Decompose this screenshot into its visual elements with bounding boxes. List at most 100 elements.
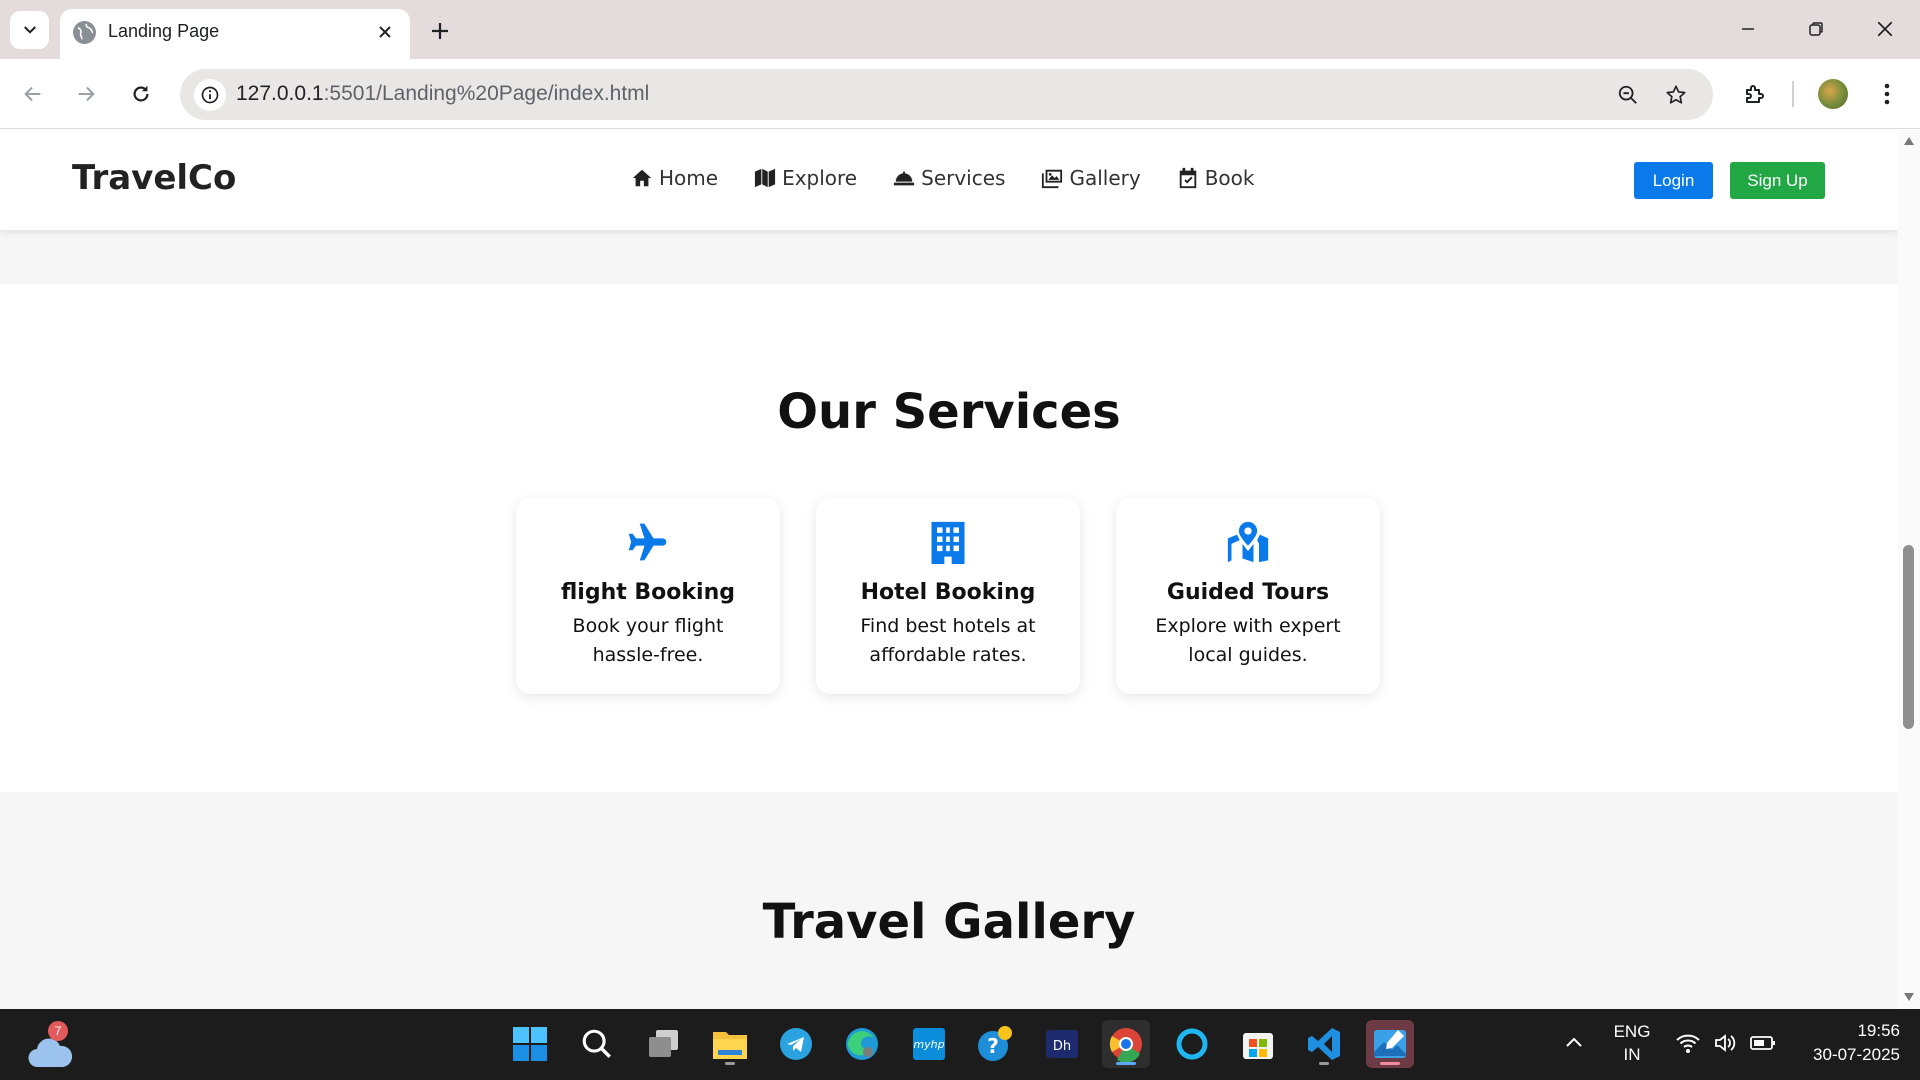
volume-icon — [1715, 1034, 1736, 1052]
login-button[interactable]: Login — [1634, 162, 1713, 199]
page-viewport: TravelCo Home Explore Services Gallery B… — [0, 130, 1898, 1009]
url-path: :5501/Landing%20Page/index.html — [323, 82, 650, 105]
arrow-right-icon — [78, 86, 95, 102]
vscode-app[interactable] — [1300, 1020, 1348, 1068]
taskbar: 7 myhp ? Dh ENG IN 19:56 30-07-2025 — [0, 1009, 1920, 1080]
site-logo[interactable]: TravelCo — [72, 158, 236, 198]
calendar-check-icon — [1179, 167, 1196, 189]
service-card-hotel: Hotel Booking Find best hotels at afford… — [816, 498, 1080, 694]
reload-button[interactable] — [123, 76, 159, 112]
weather-widget[interactable]: 7 — [24, 1021, 74, 1069]
page-scrollbar[interactable] — [1898, 130, 1920, 1009]
nav-link-gallery[interactable]: Gallery — [1041, 166, 1141, 190]
edge-app[interactable] — [838, 1020, 886, 1068]
browser-menu-button[interactable] — [1869, 76, 1905, 112]
nav-link-home[interactable]: Home — [631, 166, 718, 190]
toolbar-divider — [1792, 81, 1794, 107]
site-info-button[interactable] — [194, 79, 226, 111]
map-location-icon — [1227, 521, 1269, 563]
browser-tab[interactable]: Landing Page — [60, 9, 410, 59]
ring-icon — [1176, 1028, 1208, 1060]
scroll-thumb[interactable] — [1903, 545, 1914, 729]
wifi-icon — [1676, 1034, 1700, 1053]
get-help-app[interactable]: ? — [971, 1020, 1019, 1068]
microsoft-store-app[interactable] — [1234, 1020, 1282, 1068]
dh-app[interactable]: Dh — [1038, 1020, 1086, 1068]
scroll-up-icon[interactable] — [1903, 136, 1915, 146]
service-card-tours: Guided Tours Explore with expert local g… — [1116, 498, 1380, 694]
nav-label: Explore — [782, 166, 858, 190]
start-button[interactable] — [506, 1020, 554, 1068]
address-bar[interactable]: 127.0.0.1:5501/Landing%20Page/index.html — [180, 69, 1713, 120]
close-icon — [379, 26, 391, 38]
task-view-button[interactable] — [640, 1020, 688, 1068]
chrome-app[interactable] — [1102, 1020, 1150, 1068]
images-icon — [1042, 169, 1063, 189]
restore-button[interactable] — [1790, 8, 1842, 50]
taskbar-search[interactable] — [573, 1020, 621, 1068]
close-tab-button[interactable] — [370, 17, 400, 47]
bookmark-button[interactable] — [1660, 79, 1692, 111]
vscode-icon — [1308, 1028, 1340, 1060]
main-nav: Home Explore Services Gallery Book — [631, 166, 1254, 190]
svg-text:?: ? — [987, 1034, 999, 1058]
nav-label: Home — [659, 166, 719, 190]
arrow-left-icon — [24, 86, 41, 102]
region-code: IN — [1623, 1045, 1641, 1064]
notification-badge: 7 — [48, 1021, 68, 1041]
service-description: Explore with expert local guides. — [1155, 615, 1341, 666]
nav-label: Book — [1204, 166, 1255, 190]
restore-icon — [1809, 22, 1823, 36]
file-explorer-app[interactable] — [706, 1020, 754, 1068]
folder-icon — [713, 1032, 747, 1059]
nav-link-services[interactable]: Services — [893, 166, 1005, 190]
clock-date: 30-07-2025 — [1813, 1045, 1900, 1064]
nav-link-book[interactable]: Book — [1177, 166, 1255, 190]
paint-app[interactable] — [1366, 1020, 1414, 1068]
system-tray-status[interactable] — [1675, 1031, 1777, 1055]
service-title: flight Booking — [560, 580, 735, 605]
help-icon: ? — [978, 1026, 1012, 1061]
url-text[interactable]: 127.0.0.1:5501/Landing%20Page/index.html — [236, 82, 649, 106]
plus-icon — [432, 23, 448, 39]
minimize-button[interactable] — [1722, 8, 1774, 50]
telegram-icon — [780, 1028, 812, 1060]
svg-text:Dh: Dh — [1053, 1039, 1071, 1054]
browser-tab-strip: Landing Page — [0, 0, 1920, 59]
chevron-down-icon — [23, 26, 36, 34]
show-hidden-icons-button[interactable] — [1564, 1033, 1584, 1057]
globe-icon — [73, 21, 96, 44]
info-icon — [201, 86, 219, 104]
chrome-icon — [1109, 1028, 1142, 1062]
cortana-app[interactable] — [1168, 1020, 1216, 1068]
forward-button[interactable] — [68, 76, 104, 112]
extensions-button[interactable] — [1737, 76, 1773, 112]
map-icon — [754, 168, 776, 188]
close-window-button[interactable] — [1859, 8, 1911, 50]
star-icon — [1666, 85, 1686, 104]
signup-button[interactable]: Sign Up — [1730, 162, 1825, 199]
new-tab-button[interactable] — [423, 14, 457, 48]
close-icon — [1877, 21, 1893, 37]
gallery-section: Travel Gallery — [0, 792, 1898, 1009]
zoom-out-icon — [1618, 85, 1637, 104]
reload-icon — [133, 85, 149, 102]
myhp-icon: myhp — [913, 1028, 945, 1060]
more-vert-icon — [1884, 83, 1890, 105]
battery-icon — [1750, 1036, 1775, 1050]
store-icon — [1243, 1033, 1273, 1059]
dh-app-icon: Dh — [1046, 1030, 1078, 1058]
zoom-button[interactable] — [1612, 79, 1644, 111]
building-icon — [931, 521, 965, 564]
back-button[interactable] — [15, 76, 51, 112]
service-description: Find best hotels at affordable rates. — [860, 615, 1036, 666]
telegram-app[interactable] — [772, 1020, 820, 1068]
nav-label: Services — [921, 166, 1006, 190]
nav-link-explore[interactable]: Explore — [754, 166, 857, 190]
scroll-down-icon[interactable] — [1903, 992, 1915, 1002]
browser-toolbar: 127.0.0.1:5501/Landing%20Page/index.html — [0, 59, 1920, 129]
nav-label: Gallery — [1069, 166, 1141, 190]
tab-search-button[interactable] — [10, 11, 49, 49]
profile-avatar[interactable] — [1818, 79, 1848, 109]
myhp-app[interactable]: myhp — [905, 1020, 953, 1068]
